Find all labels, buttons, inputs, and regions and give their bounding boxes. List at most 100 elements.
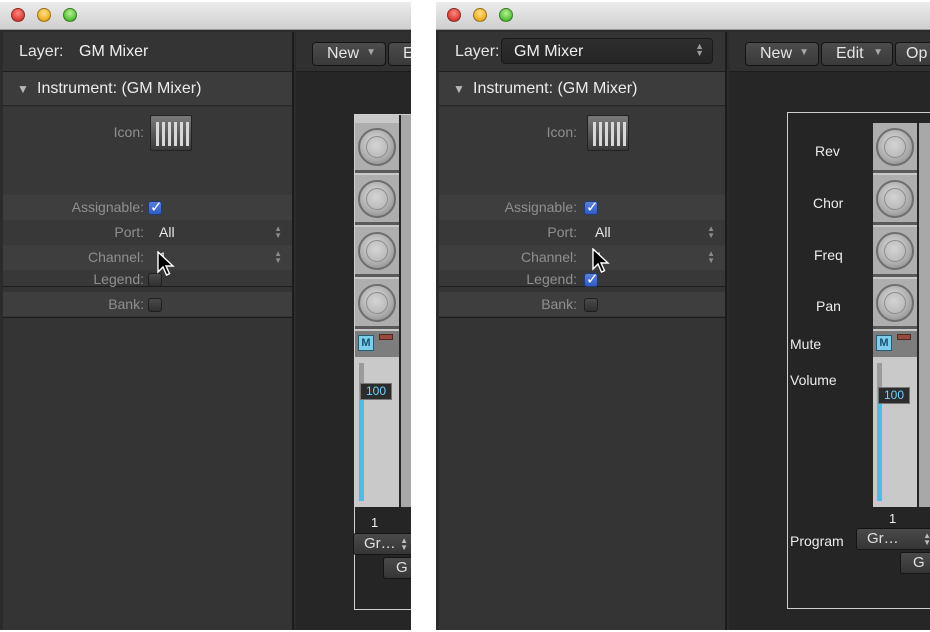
mixer-object-frame[interactable]: M 100 1 Gr… ▲ ▼ G (353, 114, 411, 610)
mute-led (379, 334, 393, 340)
program-value: Gr… (364, 535, 396, 552)
legend-label: Legend: (93, 271, 144, 287)
title-bar (0, 2, 411, 30)
inspector-panel: Layer: GM Mixer ▲ ▼ ▼ Instrument: (GM Mix… (439, 32, 727, 630)
mute-cell: M (873, 331, 917, 357)
mute-button[interactable]: M (876, 335, 892, 351)
stepper-arrows-icon[interactable]: ▲ ▼ (707, 225, 715, 240)
new-menu-button[interactable]: New ▼ (745, 42, 819, 66)
layer-popup[interactable]: GM Mixer ▲ ▼ (501, 38, 713, 64)
mute-led (897, 334, 911, 340)
channel-number: 1 (371, 515, 379, 530)
stepper-arrows-icon[interactable]: ▲ ▼ (274, 250, 282, 265)
icon-label: Icon: (113, 124, 144, 140)
legend-rev: Rev (815, 143, 840, 159)
instrument-section-header[interactable]: ▼ Instrument: (GM Mixer) (439, 72, 725, 106)
assignable-label: Assignable: (504, 199, 577, 215)
gm-mixer-icon[interactable] (150, 115, 192, 151)
assignable-checkbox[interactable] (148, 198, 163, 216)
disclosure-triangle-icon[interactable]: ▼ (17, 82, 29, 96)
icon-row: Icon: (439, 107, 725, 157)
volume-fader[interactable]: 100 (355, 357, 399, 507)
layer-row: Layer: GM Mixer (3, 32, 292, 72)
chor-knob-cell (873, 175, 917, 225)
close-window-button[interactable] (11, 8, 25, 22)
bank-row: Bank: (439, 292, 725, 316)
stepper-arrows-icon[interactable]: ▲ ▼ (707, 250, 715, 265)
bank-checkbox[interactable] (584, 298, 598, 312)
rev-knob[interactable] (358, 128, 396, 166)
legend-row: Legend: (3, 267, 292, 292)
zoom-window-button[interactable] (63, 8, 77, 22)
pan-knob-cell (873, 279, 917, 329)
volume-level-fill (877, 393, 882, 501)
close-window-button[interactable] (447, 8, 461, 22)
gm-label: G (913, 554, 925, 571)
divider (439, 317, 725, 318)
port-value[interactable]: All (595, 224, 611, 240)
gm-button[interactable]: G (383, 557, 411, 579)
program-popup[interactable]: Gr… ▲ ▼ (856, 528, 930, 550)
volume-fader[interactable]: 100 (873, 357, 917, 507)
minimize-window-button[interactable] (37, 8, 51, 22)
environment-window-before: Layer: GM Mixer ▼ Instrument: (GM Mixer)… (0, 2, 411, 630)
channel-strip-1: M 100 (355, 115, 399, 507)
channel-strip-2-partial (919, 123, 930, 507)
program-popup[interactable]: Gr… ▲ ▼ (353, 533, 411, 555)
volume-level-fill (359, 393, 364, 501)
chor-knob[interactable] (876, 180, 914, 218)
mixer-object-frame[interactable]: Rev Chor Freq Pan Mute Volume Program M (787, 112, 930, 609)
assignable-row: Assignable: (3, 195, 292, 220)
zoom-window-button[interactable] (499, 8, 513, 22)
rev-knob-cell (355, 123, 399, 173)
new-menu-button[interactable]: New ▼ (312, 42, 386, 66)
volume-value[interactable]: 100 (360, 383, 392, 400)
volume-value[interactable]: 100 (878, 387, 910, 404)
edit-menu-label: E (403, 45, 411, 62)
stepper-arrows-icon: ▲ ▼ (695, 41, 704, 58)
pan-knob[interactable] (876, 284, 914, 322)
legend-pan: Pan (816, 298, 841, 314)
divider (3, 317, 292, 318)
instrument-section-header[interactable]: ▼ Instrument: (GM Mixer) (3, 72, 292, 106)
rev-knob[interactable] (876, 128, 914, 166)
freq-knob-cell (873, 227, 917, 277)
layer-value[interactable]: GM Mixer (79, 43, 148, 61)
stepper-arrows-icon[interactable]: ▲ ▼ (274, 225, 282, 240)
bank-label: Bank: (108, 296, 144, 312)
channel-strip-1: M 100 (873, 123, 917, 507)
freq-knob-cell (355, 227, 399, 277)
chevron-down-icon: ▼ (873, 47, 883, 58)
options-menu-button[interactable]: Op (895, 42, 930, 66)
chor-knob[interactable] (358, 180, 396, 218)
stepper-arrows-icon: ▲ ▼ (923, 531, 930, 547)
title-bar (436, 2, 930, 30)
inspector-panel: Layer: GM Mixer ▼ Instrument: (GM Mixer)… (3, 32, 294, 630)
freq-knob[interactable] (876, 232, 914, 270)
port-value[interactable]: All (159, 224, 175, 240)
freq-knob[interactable] (358, 232, 396, 270)
bank-checkbox[interactable] (148, 298, 162, 312)
pan-knob[interactable] (358, 284, 396, 322)
parameter-list: Icon: Assignable: Port: All ▲▼ Channel: … (3, 107, 292, 287)
toolbar: New ▼ Edit ▼ Op (729, 32, 930, 72)
edit-menu-button[interactable]: Edit ▼ (821, 42, 893, 66)
assignable-checkbox[interactable] (584, 198, 599, 216)
mute-button[interactable]: M (358, 335, 374, 351)
environment-window-after: Layer: GM Mixer ▲ ▼ ▼ Instrument: (GM Mix… (436, 2, 930, 630)
legend-program: Program (790, 533, 844, 549)
pan-knob-cell (355, 279, 399, 329)
arrow-cursor-icon (157, 251, 175, 276)
legend-row: Legend: (439, 267, 725, 292)
gm-label: G (396, 559, 408, 576)
new-menu-label: New (760, 45, 793, 62)
gm-mixer-icon[interactable] (587, 115, 629, 151)
options-menu-label: Op (906, 45, 928, 62)
legend-label: Legend: (526, 271, 577, 287)
gm-button[interactable]: G (900, 552, 930, 574)
channel-strip-2-partial (401, 115, 411, 507)
edit-menu-button[interactable]: E (388, 42, 411, 66)
minimize-window-button[interactable] (473, 8, 487, 22)
disclosure-triangle-icon[interactable]: ▼ (453, 82, 465, 96)
legend-chor: Chor (813, 195, 844, 211)
